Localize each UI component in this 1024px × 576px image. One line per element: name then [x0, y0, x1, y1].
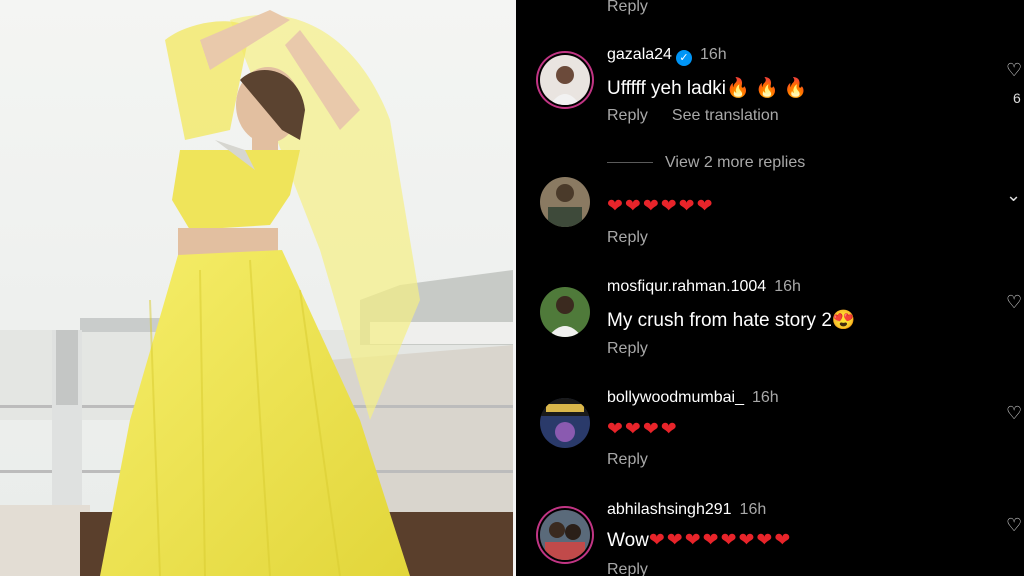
reply-button[interactable]: Reply	[607, 340, 648, 358]
comment-text: My crush from hate story 2😍	[607, 310, 856, 331]
heart-outline-icon[interactable]: ♡	[1006, 60, 1022, 81]
timestamp: 16h	[774, 278, 801, 295]
reply-button[interactable]: Reply	[607, 451, 648, 469]
comment-header: abhilashsingh291 16h	[607, 501, 766, 519]
heart-eyes-emoji: 😍	[831, 310, 856, 331]
heart-outline-icon[interactable]: ♡	[1006, 292, 1022, 313]
timestamp: 16h	[739, 501, 767, 518]
hearts-emoji: ❤❤❤❤	[607, 419, 679, 440]
comment-text: Wow❤❤❤❤❤❤❤❤	[607, 530, 793, 551]
reply-button[interactable]: Reply	[607, 229, 648, 247]
comments-panel[interactable]: Reply gazala24 ✓ 16h Ufffff yeh ladki🔥 🔥 🔥…	[516, 0, 1024, 576]
see-translation-button[interactable]: See translation	[672, 107, 779, 124]
hearts-emoji: ❤❤❤❤❤❤❤❤	[648, 530, 793, 551]
avatar[interactable]	[540, 510, 590, 560]
post-photo	[0, 0, 513, 576]
username[interactable]: mosfiqur.rahman.1004	[607, 278, 766, 295]
heart-outline-icon[interactable]: ♡	[1006, 403, 1022, 424]
avatar[interactable]	[540, 287, 590, 337]
username[interactable]: bollywoodmumbai_	[607, 389, 744, 406]
timestamp: 16h	[751, 389, 779, 406]
comment-text: Ufffff yeh ladki🔥 🔥 🔥	[607, 78, 808, 99]
comment-header: gazala24 ✓ 16h	[607, 46, 727, 66]
timestamp: 16h	[699, 46, 727, 63]
username[interactable]: gazala24	[607, 46, 672, 63]
username[interactable]: abhilashsingh291	[607, 501, 732, 518]
heart-outline-icon[interactable]: ♡	[1006, 515, 1022, 536]
comment-header: bollywoodmumbai_ 16h	[607, 389, 779, 407]
verified-badge-icon: ✓	[675, 50, 692, 66]
avatar[interactable]	[540, 55, 590, 105]
comment-actions: Reply See translation	[607, 107, 779, 125]
reply-button[interactable]: Reply	[607, 0, 648, 16]
reply-button[interactable]: Reply	[607, 561, 648, 576]
fire-emoji: 🔥 🔥 🔥	[726, 78, 808, 99]
replies-line	[607, 162, 653, 164]
avatar[interactable]	[540, 398, 590, 448]
comment-header: mosfiqur.rahman.1004 16h	[607, 278, 801, 296]
reply-button[interactable]: Reply	[607, 107, 648, 124]
hearts-emoji: ❤❤❤❤❤❤	[607, 196, 715, 217]
view-more-replies[interactable]: View 2 more replies	[607, 154, 805, 172]
chevron-icon[interactable]: ⌄	[1006, 185, 1021, 206]
like-count: 6	[1013, 90, 1021, 106]
avatar[interactable]	[540, 177, 590, 227]
